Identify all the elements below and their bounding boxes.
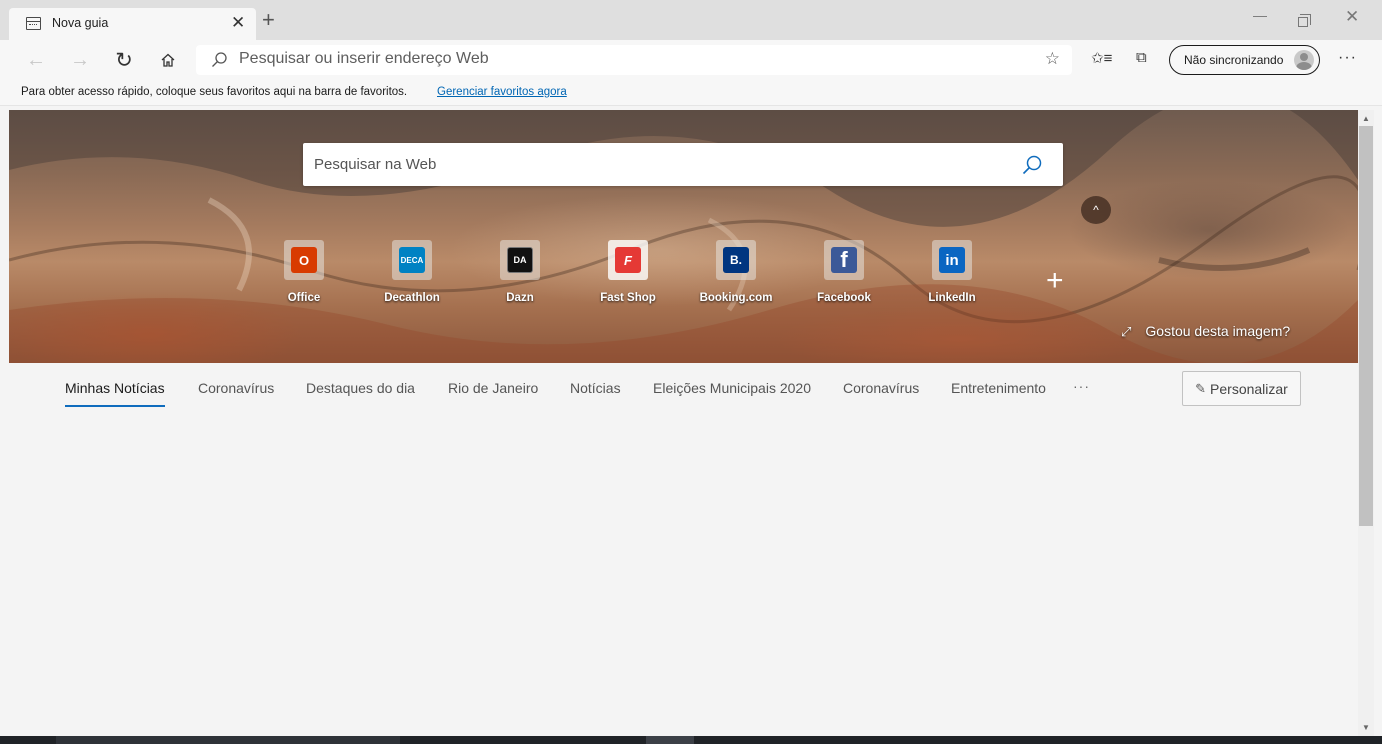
quick-link-booking[interactable]: B. Booking.com bbox=[686, 240, 786, 304]
minimize-button[interactable]: — bbox=[1253, 7, 1267, 23]
quick-link-label: Booking.com bbox=[699, 292, 773, 304]
quick-link-label: Dazn bbox=[506, 292, 534, 304]
back-button[interactable]: ← bbox=[22, 46, 50, 74]
forward-button[interactable]: → bbox=[66, 46, 94, 74]
quick-link-linkedin[interactable]: in LinkedIn bbox=[902, 240, 1002, 304]
quick-link-decathlon[interactable]: DECA Decathlon bbox=[362, 240, 462, 304]
manage-favorites-link[interactable]: Gerenciar favoritos agora bbox=[437, 86, 567, 98]
scroll-up-arrow-icon[interactable]: ▲ bbox=[1362, 114, 1370, 123]
collapse-chevron-up-icon[interactable]: ^ bbox=[1081, 196, 1111, 224]
search-icon[interactable] bbox=[1021, 154, 1043, 181]
quick-link-label: Fast Shop bbox=[600, 292, 656, 304]
news-tab-rio-de-janeiro[interactable]: Rio de Janeiro bbox=[448, 380, 538, 396]
like-image-text: Gostou desta imagem? bbox=[1145, 323, 1291, 339]
home-icon bbox=[161, 53, 175, 67]
news-tab-noticias[interactable]: Notícias bbox=[570, 380, 621, 396]
restore-button[interactable] bbox=[1298, 14, 1311, 27]
navigation-toolbar: ← → ↻ Pesquisar ou inserir endereço Web … bbox=[0, 40, 1382, 79]
address-bar[interactable]: Pesquisar ou inserir endereço Web ☆ bbox=[196, 45, 1072, 75]
search-icon bbox=[210, 51, 228, 74]
news-tab-minhas-noticias[interactable]: Minhas Notícias bbox=[65, 380, 165, 407]
news-tab-eleicoes[interactable]: Eleições Municipais 2020 bbox=[653, 380, 811, 396]
tab-title: Nova guia bbox=[52, 16, 109, 30]
new-tab-page: Pesquisar na Web ^ O Office DECA Decathl… bbox=[9, 110, 1358, 736]
close-window-button[interactable]: ✕ bbox=[1345, 7, 1359, 27]
web-search-input[interactable]: Pesquisar na Web bbox=[314, 156, 436, 173]
quick-link-facebook[interactable]: f Facebook bbox=[794, 240, 894, 304]
personalize-button[interactable]: ✎ Personalizar bbox=[1182, 371, 1301, 406]
favorites-bar-message: Para obter acesso rápido, coloque seus f… bbox=[21, 86, 408, 98]
tab-nova-guia[interactable]: Nova guia ✕ bbox=[9, 8, 256, 40]
collections-icon[interactable]: ⧉ bbox=[1136, 49, 1147, 66]
news-tab-entretenimento[interactable]: Entretenimento bbox=[951, 380, 1046, 396]
scroll-down-arrow-icon[interactable]: ▼ bbox=[1362, 723, 1370, 732]
settings-more-icon[interactable]: ··· bbox=[1338, 49, 1357, 67]
news-category-nav: Minhas Notícias Coronavírus Destaques do… bbox=[9, 363, 1358, 421]
vertical-scrollbar[interactable]: ▲ ▼ bbox=[1358, 110, 1374, 736]
fastshop-icon: F bbox=[615, 247, 641, 273]
taskbar-edge bbox=[0, 736, 1382, 744]
reload-button[interactable]: ↻ bbox=[110, 46, 138, 74]
quick-link-label: LinkedIn bbox=[928, 292, 976, 304]
profile-sync-button[interactable]: Não sincronizando bbox=[1169, 45, 1320, 75]
linkedin-icon: in bbox=[939, 247, 965, 273]
scrollbar-thumb[interactable] bbox=[1359, 126, 1373, 526]
like-image-prompt[interactable]: ⤢ Gostou desta imagem? bbox=[1121, 323, 1290, 340]
add-favorite-star-icon[interactable]: ☆ bbox=[1045, 49, 1060, 69]
address-input[interactable]: Pesquisar ou inserir endereço Web bbox=[239, 50, 489, 68]
more-categories-icon[interactable]: ··· bbox=[1073, 378, 1090, 394]
new-tab-button[interactable]: + bbox=[262, 9, 275, 31]
tab-strip: Nova guia ✕ + — ✕ bbox=[0, 0, 1382, 40]
news-tab-coronavirus[interactable]: Coronavírus bbox=[198, 380, 274, 396]
avatar-icon bbox=[1294, 50, 1314, 70]
home-button[interactable] bbox=[154, 46, 182, 74]
quick-link-office[interactable]: O Office bbox=[254, 240, 354, 304]
sync-status-label: Não sincronizando bbox=[1184, 53, 1284, 67]
facebook-icon: f bbox=[831, 247, 857, 273]
quick-link-fast-shop[interactable]: F Fast Shop bbox=[578, 240, 678, 304]
booking-icon: B. bbox=[723, 247, 749, 273]
news-tab-destaques[interactable]: Destaques do dia bbox=[306, 380, 415, 396]
expand-icon: ⤢ bbox=[1121, 324, 1132, 339]
quick-link-label: Facebook bbox=[817, 292, 871, 304]
add-site-plus-icon[interactable]: + bbox=[1046, 266, 1064, 296]
news-tab-coronavirus-2[interactable]: Coronavírus bbox=[843, 380, 919, 396]
new-tab-page-icon bbox=[26, 17, 41, 30]
office-icon: O bbox=[291, 247, 317, 273]
web-search-box[interactable]: Pesquisar na Web bbox=[303, 143, 1063, 186]
favorites-icon[interactable]: ✩≡ bbox=[1091, 49, 1112, 67]
favorites-bar: Para obter acesso rápido, coloque seus f… bbox=[0, 79, 1382, 106]
dazn-icon: DA bbox=[507, 247, 533, 273]
pencil-icon: ✎ bbox=[1195, 380, 1207, 396]
quick-link-label: Office bbox=[287, 292, 321, 304]
close-tab-icon[interactable]: ✕ bbox=[231, 13, 245, 33]
personalize-label: Personalizar bbox=[1210, 380, 1288, 397]
quick-link-dazn[interactable]: DA Dazn bbox=[470, 240, 570, 304]
quick-link-label: Decathlon bbox=[384, 292, 440, 304]
background-image: Pesquisar na Web ^ O Office DECA Decathl… bbox=[9, 110, 1358, 363]
decathlon-icon: DECA bbox=[399, 247, 425, 273]
